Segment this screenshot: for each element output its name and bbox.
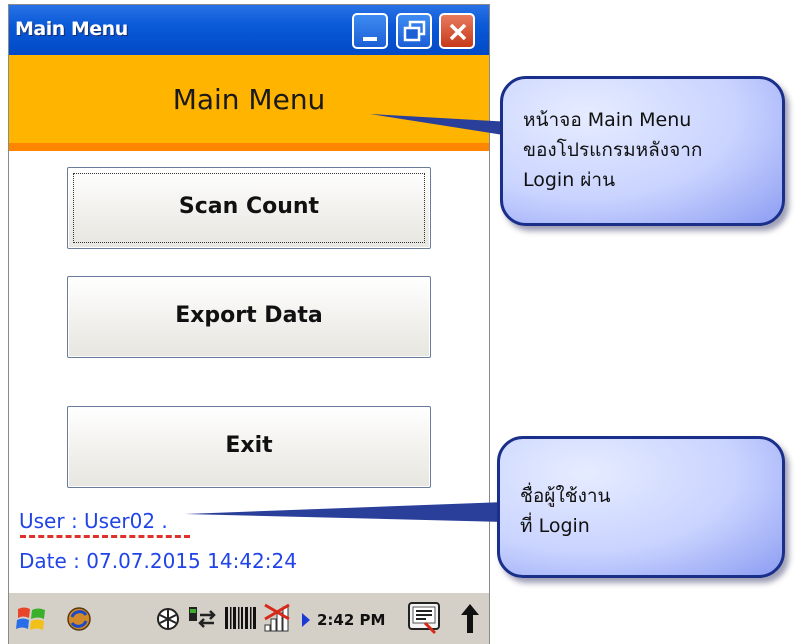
callout-line: หน้าจอ Main Menu — [523, 109, 692, 131]
callout-user: ชื่อผู้ใช้งาน ที่ Login — [497, 436, 785, 578]
callout-main-menu-text: หน้าจอ Main Menu ของโปรแกรมหลังจาก Login… — [523, 105, 702, 195]
callout-pointer-user — [185, 502, 505, 522]
callout-line: ที่ Login — [520, 515, 590, 537]
callout-user-text: ชื่อผู้ใช้งาน ที่ Login — [520, 481, 611, 541]
screenshot-stage: Main Menu Main Menu Scan Count Export Da… — [0, 0, 809, 644]
callout-line: ชื่อผู้ใช้งาน — [520, 485, 611, 507]
callout-main-menu: หน้าจอ Main Menu ของโปรแกรมหลังจาก Login… — [500, 76, 785, 226]
callout-pointer-main-menu — [370, 114, 512, 136]
callout-line: ของโปรแกรมหลังจาก — [523, 139, 703, 161]
callout-line: Login ผ่าน — [523, 169, 616, 191]
